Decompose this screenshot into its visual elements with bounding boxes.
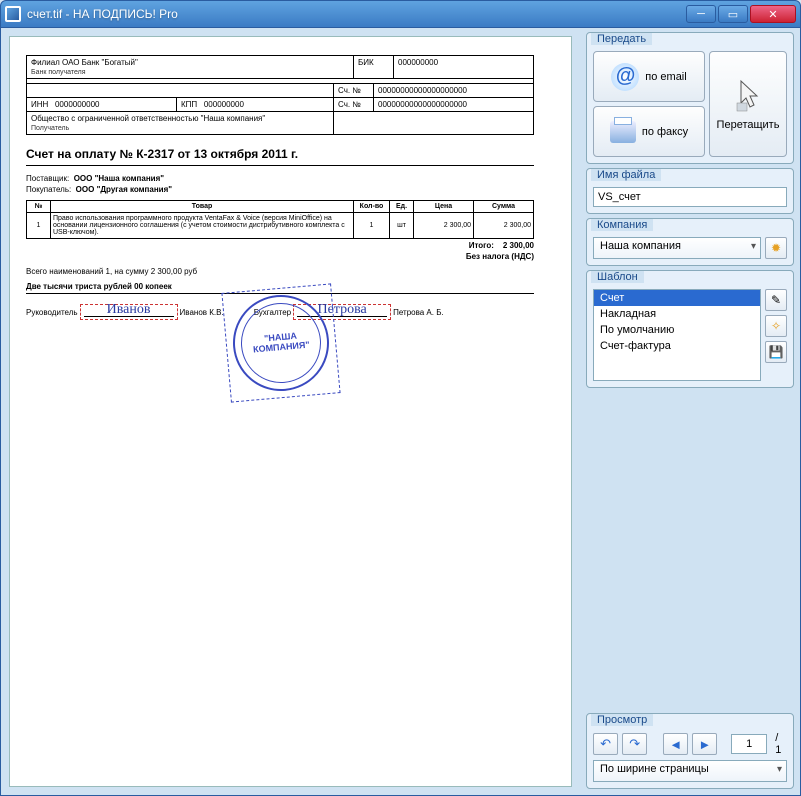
items-table: № Товар Кол-во Ед. Цена Сумма 1 Право ис… <box>26 200 534 239</box>
chevron-left-icon: ◄ <box>669 737 682 752</box>
no-vat: Без налога (НДС) <box>466 252 534 261</box>
preview-pane: Филиал ОАО Банк "Богатый" Банк получателя… <box>1 28 580 795</box>
send-group: Передать @ по email по факсу <box>586 32 794 164</box>
gear-icon: ✹ <box>771 241 781 255</box>
app-icon <box>5 6 21 22</box>
bank-table-full: Филиал ОАО Банк "Богатый" Сч. № 00000000… <box>26 83 534 135</box>
cursor-icon <box>733 77 763 113</box>
table-row: 1 Право использования программного проду… <box>27 212 534 238</box>
list-item[interactable]: По умолчанию <box>594 322 760 338</box>
rotate-left-button[interactable]: ↶ <box>593 733 618 755</box>
side-panel: Передать @ по email по факсу <box>580 28 800 795</box>
company-combo[interactable]: Наша компания <box>593 237 761 259</box>
bik-value: 000000000 <box>394 56 534 79</box>
chevron-right-icon: ► <box>698 737 711 752</box>
preview-group-title: Просмотр <box>591 714 653 726</box>
list-item[interactable]: Счет-фактура <box>594 338 760 354</box>
acct1-value: 00000000000000000000 <box>374 83 534 97</box>
bik-label: БИК <box>354 56 394 79</box>
preview-group: Просмотр ↶ ↷ ◄ ► / 1 По ширине страницы <box>586 713 794 789</box>
filename-group: Имя файла <box>586 168 794 214</box>
rotate-right-icon: ↷ <box>629 736 640 752</box>
page-total: / 1 <box>775 732 787 756</box>
close-button[interactable]: ✕ <box>750 5 796 23</box>
acct1-label: Сч. № <box>334 83 374 97</box>
buyer-name: ООО "Другая компания" <box>76 185 172 194</box>
send-fax-button[interactable]: по факсу <box>593 106 705 157</box>
bank-branch: Филиал ОАО Банк "Богатый" <box>31 58 138 67</box>
org-name: Общество с ограниченной ответственностью… <box>31 114 265 123</box>
list-item[interactable]: Накладная <box>594 306 760 322</box>
window-title: счет.tif - НА ПОДПИСЬ! Pro <box>27 7 686 21</box>
maximize-button[interactable]: ▭ <box>718 5 748 23</box>
new-icon: ✧ <box>771 319 781 333</box>
at-icon: @ <box>611 63 639 91</box>
template-label: Шаблон <box>591 271 644 283</box>
col-unit: Ед. <box>390 200 414 212</box>
inn-value: 0000000000 <box>55 100 100 109</box>
save-icon: 💾 <box>769 345 784 359</box>
drag-btn-label: Перетащить <box>717 119 780 131</box>
prev-page-button[interactable]: ◄ <box>663 733 688 755</box>
count-text: Всего наименований 1, на сумму 2 300,00 … <box>26 267 534 276</box>
recipient-label: Получатель <box>31 125 69 132</box>
filename-label: Имя файла <box>591 169 661 181</box>
col-qty: Кол-во <box>354 200 390 212</box>
inn-label: ИНН <box>31 100 48 109</box>
template-edit-button[interactable]: ✎ <box>765 289 787 311</box>
email-btn-label: по email <box>645 71 686 83</box>
next-page-button[interactable]: ► <box>692 733 717 755</box>
company-label: Компания <box>591 219 653 231</box>
director-label: Руководитель <box>26 308 78 317</box>
supplier-label: Поставщик: <box>26 174 69 183</box>
col-sum: Сумма <box>474 200 534 212</box>
pencil-icon: ✎ <box>771 293 781 307</box>
bank-details-table: Филиал ОАО Банк "Богатый" Банк получателя… <box>26 55 534 79</box>
rotate-right-button[interactable]: ↷ <box>622 733 647 755</box>
send-email-button[interactable]: @ по email <box>593 51 705 102</box>
template-new-button[interactable]: ✧ <box>765 315 787 337</box>
invoice-title: Счет на оплату № К-2317 от 13 октября 20… <box>26 147 534 166</box>
template-listbox[interactable]: Счет Накладная По умолчанию Счет-фактура <box>593 289 761 381</box>
template-save-button[interactable]: 💾 <box>765 341 787 363</box>
col-num: № <box>27 200 51 212</box>
bank-recipient-label: Банк получателя <box>31 69 86 76</box>
company-settings-button[interactable]: ✹ <box>765 237 787 259</box>
buyer-label: Покупатель: <box>26 185 71 194</box>
company-group: Компания Наша компания ✹ <box>586 218 794 266</box>
drag-button[interactable]: Перетащить <box>709 51 787 157</box>
preview-scroll[interactable]: Филиал ОАО Банк "Богатый" Банк получателя… <box>9 36 572 787</box>
total-value: 2 300,00 <box>503 241 534 250</box>
template-group: Шаблон Счет Накладная По умолчанию Счет-… <box>586 270 794 388</box>
accountant-name: Петрова А. Б. <box>393 308 444 317</box>
supplier-name: ООО "Наша компания" <box>74 174 164 183</box>
zoom-combo[interactable]: По ширине страницы <box>593 760 787 782</box>
acct2-value: 00000000000000000000 <box>374 97 534 111</box>
document-page: Филиал ОАО Банк "Богатый" Банк получателя… <box>10 37 550 377</box>
printer-icon <box>610 121 636 143</box>
minimize-button[interactable]: ─ <box>686 5 716 23</box>
kpp-value: 000000000 <box>204 100 244 109</box>
page-number-input[interactable] <box>731 734 767 754</box>
stamp: "НАШАКОМПАНИЯ" <box>221 283 340 402</box>
kpp-label: КПП <box>181 100 197 109</box>
col-goods: Товар <box>51 200 354 212</box>
fax-btn-label: по факсу <box>642 126 688 138</box>
list-item[interactable]: Счет <box>594 290 760 306</box>
filename-input[interactable] <box>593 187 787 207</box>
total-label: Итого: <box>469 241 494 250</box>
acct2-label: Сч. № <box>334 97 374 111</box>
col-price: Цена <box>414 200 474 212</box>
send-group-title: Передать <box>591 33 652 45</box>
rotate-left-icon: ↶ <box>600 736 611 752</box>
director-name: Иванов К.В. <box>180 308 224 317</box>
title-bar: счет.tif - НА ПОДПИСЬ! Pro ─ ▭ ✕ <box>0 0 801 28</box>
director-signature: Иванов <box>84 302 174 318</box>
